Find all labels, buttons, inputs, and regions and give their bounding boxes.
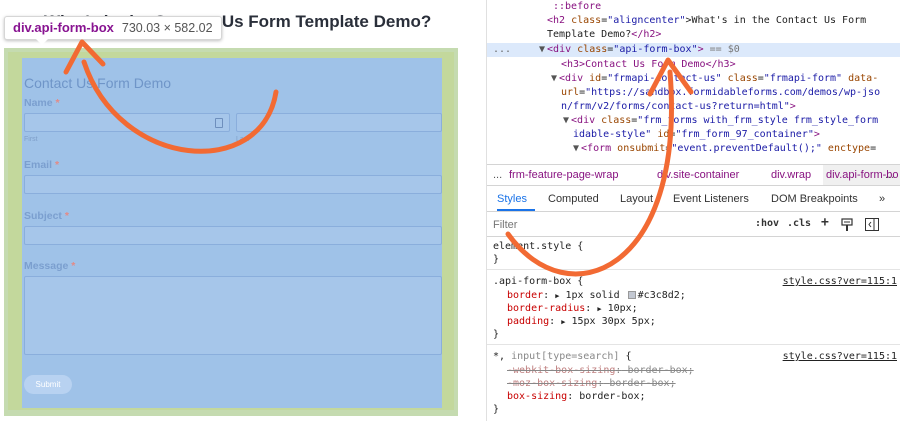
paint-brush-icon[interactable] [841, 218, 853, 232]
dom-line-frm-forms[interactable]: ▼ <div class="frm_forms with_frm_style fr… [563, 114, 878, 128]
expand-shorthand-icon[interactable]: ▶ [597, 305, 601, 313]
cls-toggle[interactable]: .cls [787, 218, 811, 229]
elements-tree: ::before <h2 class="aligncenter">What's … [487, 0, 900, 164]
subject-label: Subject * [24, 210, 69, 222]
universal-selector[interactable]: *, input[type=search] { [493, 350, 631, 363]
last-name-input[interactable] [236, 113, 442, 132]
email-label: Email * [24, 159, 60, 171]
expand-shorthand-icon[interactable]: ▶ [555, 292, 559, 300]
color-swatch[interactable] [627, 291, 636, 299]
api-form-box-close: } [493, 329, 500, 340]
element-style-close: } [493, 254, 500, 265]
first-sublabel: First [24, 136, 38, 143]
breadcrumb-wrap[interactable]: div.wrap [771, 165, 811, 185]
message-textarea[interactable] [24, 276, 442, 355]
rule-api-form-box: .api-form-box { style.css?ver=115:1 bord… [487, 271, 900, 345]
decl-border-radius[interactable]: border-radius: ▶ 10px; [507, 302, 638, 315]
breadcrumb-overflow-right[interactable]: ... [885, 165, 894, 185]
universal-source-link[interactable]: style.css?ver=115:1 [783, 350, 897, 363]
element-tooltip: div.api-form-box 730.03 × 582.02 [4, 16, 222, 40]
dom-line-h2[interactable]: <h2 class="aligncenter">What's in the Co… [547, 14, 866, 28]
message-label: Message * [24, 260, 76, 272]
api-form-box-selector[interactable]: .api-form-box { [493, 275, 583, 288]
tab-layout[interactable]: Layout [620, 193, 653, 205]
contact-card-icon [215, 118, 223, 128]
expand-arrow-icon[interactable]: ▼ [563, 115, 569, 126]
hov-toggle[interactable]: :hov [755, 218, 779, 229]
tooltip-selector: div.api-form-box [13, 20, 114, 35]
decl-padding[interactable]: padding: ▶ 15px 30px 5px; [507, 315, 656, 328]
decl-box-sizing[interactable]: box-sizing: border-box; [507, 390, 646, 403]
tab-event-listeners[interactable]: Event Listeners [673, 193, 749, 205]
expand-arrow-icon[interactable]: ▼ [539, 44, 545, 55]
styles-tabbar: Styles Computed Layout Event Listeners D… [487, 186, 900, 212]
rule-universal-box-sizing: *, input[type=search] { style.css?ver=11… [487, 346, 900, 421]
tab-dom-breakpoints[interactable]: DOM Breakpoints [771, 193, 858, 205]
dom-line-selected-api-form-box[interactable]: ... ▼ <div class="api-form-box"> == $0 [487, 43, 900, 57]
rule-element-style: element.style { } [487, 238, 900, 270]
decl-webkit-box-sizing[interactable]: -webkit-box-sizing: border-box; [507, 364, 694, 377]
last-sublabel: Last [236, 136, 250, 143]
subject-input[interactable] [24, 226, 442, 245]
dom-line-h2-cont[interactable]: Template Demo?</h2> [547, 28, 661, 42]
tab-styles[interactable]: Styles [497, 193, 527, 205]
dom-line-frm-forms-cont[interactable]: idable-style" id="frm_form_97_container"… [573, 128, 820, 142]
node-menu-ellipsis[interactable]: ... [493, 43, 511, 57]
dom-line-frmapi-div[interactable]: ▼ <div id="frmapi-contact-us" class="frma… [551, 72, 878, 86]
expand-shorthand-icon[interactable]: ▶ [561, 318, 565, 326]
decl-moz-box-sizing[interactable]: -moz-box-sizing: border-box; [507, 377, 676, 390]
breadcrumb-overflow-left[interactable]: ... [493, 165, 502, 185]
tab-computed[interactable]: Computed [548, 193, 599, 205]
breadcrumb-site-container[interactable]: div.site-container [657, 165, 739, 185]
element-style-selector[interactable]: element.style { [493, 240, 583, 253]
dom-line-frmapi-url-cont[interactable]: n/frm/v2/forms/contact-us?return=html"> [561, 100, 796, 114]
styles-filter-bar: :hov .cls + [487, 213, 900, 237]
universal-close: } [493, 404, 500, 415]
dom-line-before[interactable]: ::before [553, 0, 601, 14]
dom-line-frmapi-url[interactable]: url="https://sandbox.formidableforms.com… [561, 86, 880, 100]
styles-filter-input[interactable] [493, 218, 743, 232]
toggle-sidebar-icon[interactable] [865, 218, 879, 231]
page-viewport: What's in the Contact Us Form Template D… [0, 0, 460, 421]
breadcrumb-frm-feature-page-wrap[interactable]: frm-feature-page-wrap [509, 165, 618, 185]
form-title: Contact Us Form Demo [24, 75, 172, 91]
new-rule-plus-icon[interactable]: + [821, 215, 829, 230]
decl-border[interactable]: border: ▶ 1px solid #c3c8d2; [507, 289, 686, 302]
api-form-box-source-link[interactable]: style.css?ver=115:1 [783, 275, 897, 288]
submit-button[interactable]: Submit [24, 375, 72, 394]
dom-line-h3[interactable]: <h3>Contact Us Form Demo</h3> [561, 58, 736, 72]
name-label: Name * [24, 97, 60, 109]
tooltip-pointer [36, 39, 48, 45]
dom-line-form[interactable]: ▼ <form onsubmit="event.preventDefault();… [573, 142, 876, 156]
active-tab-indicator [497, 209, 535, 211]
expand-arrow-icon[interactable]: ▼ [573, 143, 579, 154]
tooltip-dimensions: 730.03 × 582.02 [121, 21, 213, 35]
devtools-panel: ::before <h2 class="aligncenter">What's … [486, 0, 900, 421]
tab-more-chevron-icon[interactable]: » [879, 193, 885, 205]
first-name-input[interactable] [24, 113, 230, 132]
breadcrumb: ... frm-feature-page-wrap div.site-conta… [487, 164, 900, 186]
email-input[interactable] [24, 175, 442, 194]
expand-arrow-icon[interactable]: ▼ [551, 73, 557, 84]
